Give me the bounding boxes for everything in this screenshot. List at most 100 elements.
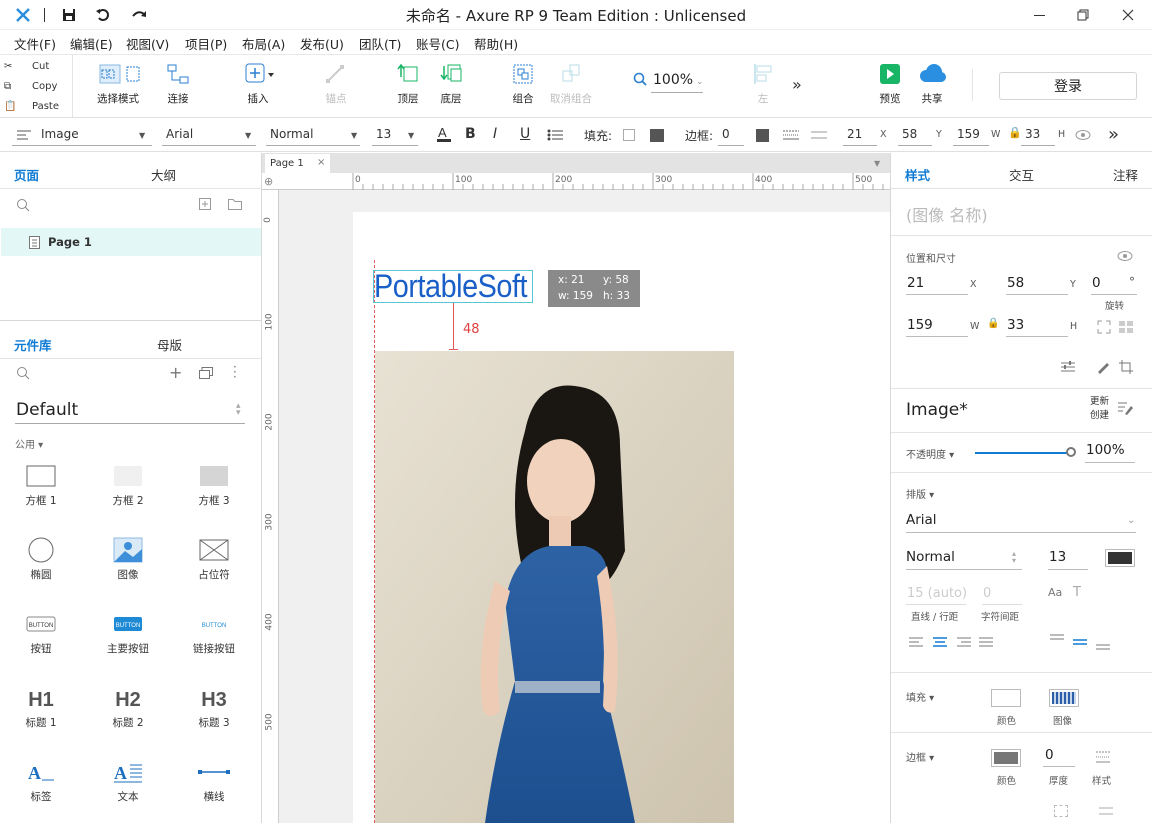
widget-link-button[interactable]: BUTTON 链接按钮	[174, 611, 254, 656]
font-weight-field[interactable]: Normal	[906, 549, 955, 565]
bullet-list-icon[interactable]	[547, 129, 563, 144]
tab-pages[interactable]: 页面	[14, 165, 39, 184]
border-sides-icon[interactable]	[1054, 805, 1068, 817]
border-arrow-style-icon[interactable]	[1098, 805, 1114, 820]
border-width-input[interactable]: 0	[722, 127, 730, 141]
valign-middle-icon[interactable]	[1072, 637, 1088, 651]
style-edit-icon[interactable]	[1117, 401, 1133, 418]
ruler-origin-icon[interactable]: ⊕	[264, 175, 273, 188]
fit-icon[interactable]	[1097, 320, 1111, 337]
ungroup-button[interactable]: 取消组合	[543, 63, 599, 106]
menu-team[interactable]: 团队(T)	[359, 34, 401, 53]
select-mode-button[interactable]: 选择模式	[90, 63, 146, 106]
align-right-text-icon[interactable]	[956, 636, 972, 651]
align-left-text-icon[interactable]	[908, 636, 924, 651]
border-section-label[interactable]: 边框 ▾	[906, 749, 934, 764]
border-color-button[interactable]	[991, 749, 1021, 767]
menu-help[interactable]: 帮助(H)	[474, 34, 518, 53]
widget-box3[interactable]: 方框 3	[174, 463, 254, 508]
fill-image-button[interactable]	[1049, 689, 1079, 707]
weight-spinner-icon[interactable]: ▴ ▾	[1012, 550, 1016, 565]
tab-notes[interactable]: 注释	[1113, 165, 1138, 184]
align-center-text-icon[interactable]	[932, 636, 948, 651]
add-library-icon[interactable]: +	[169, 363, 182, 382]
library-search-icon[interactable]	[16, 366, 30, 383]
border-arrow-icon[interactable]	[810, 129, 828, 144]
h-field[interactable]: 33	[1007, 317, 1024, 333]
page-search-icon[interactable]	[16, 198, 30, 215]
style-name[interactable]: Image*	[906, 400, 968, 420]
menu-view[interactable]: 视图(V)	[126, 34, 169, 53]
logo-image-element[interactable]: PortableSoft	[373, 268, 533, 304]
border-style-button-icon[interactable]	[1095, 750, 1111, 767]
zoom-value[interactable]: 100%	[653, 72, 693, 88]
weight-caret-icon[interactable]: ▼	[351, 131, 357, 140]
grid-fit-icon[interactable]	[1118, 320, 1134, 337]
fill-style-icon[interactable]	[650, 129, 664, 142]
typography-label[interactable]: 排版 ▾	[906, 486, 934, 501]
font-size-field[interactable]: 13	[1049, 549, 1066, 565]
tab-outline[interactable]: 大纲	[151, 165, 176, 184]
text-case-icon[interactable]: Aa	[1048, 586, 1062, 599]
tab-close-icon[interactable]: ×	[317, 157, 325, 168]
x-field[interactable]: 21	[907, 275, 924, 291]
element-type-caret-icon[interactable]: ▼	[139, 131, 145, 140]
cut-button[interactable]: ✂ Cut	[0, 56, 72, 76]
aspect-lock-icon[interactable]: 🔒	[987, 318, 999, 329]
italic-icon[interactable]: I	[493, 126, 497, 142]
more-format-icon[interactable]: »	[1108, 124, 1119, 145]
group-label[interactable]: 公用 ▾	[15, 436, 43, 451]
menu-edit[interactable]: 编辑(E)	[70, 34, 113, 53]
size-caret-icon[interactable]: ▼	[408, 131, 414, 140]
border-color-swatch[interactable]	[756, 129, 769, 142]
menu-layout[interactable]: 布局(A)	[242, 34, 285, 53]
widget-image[interactable]: 图像	[88, 537, 168, 582]
adjust-icon[interactable]	[1061, 361, 1075, 376]
update-create-links[interactable]: 更新 创建	[1090, 395, 1109, 423]
zoom-caret-icon[interactable]: ⌄	[696, 77, 704, 87]
edit-pen-icon[interactable]	[1096, 360, 1110, 377]
lock-icon[interactable]: 🔒	[1008, 126, 1022, 139]
send-to-back-button[interactable]: 底层	[423, 63, 479, 106]
library-select-icon[interactable]: ▴ ▾	[236, 402, 241, 418]
text-color-swatch[interactable]	[1105, 549, 1135, 567]
widget-primary-button[interactable]: BUTTON 主要按钮	[88, 611, 168, 656]
widget-button[interactable]: BUTTON 按钮	[1, 611, 81, 656]
minimize-icon[interactable]	[1030, 6, 1048, 24]
library-select[interactable]: Default	[16, 400, 78, 420]
widget-h3[interactable]: H3 标题 3	[174, 685, 254, 730]
font-caret-icon[interactable]: ▼	[245, 131, 251, 140]
insert-button[interactable]: 插入	[230, 63, 286, 106]
fill-color-button[interactable]	[991, 689, 1021, 707]
font-family-field[interactable]: Arial	[906, 512, 937, 528]
close-icon[interactable]	[1119, 6, 1137, 24]
widget-h1[interactable]: H1 标题 1	[1, 685, 81, 730]
tab-style[interactable]: 样式	[905, 165, 930, 184]
opacity-label[interactable]: 不透明度 ▾	[906, 446, 954, 461]
widget-label[interactable]: A 标签	[1, 759, 81, 804]
points-button[interactable]: 锚点	[308, 63, 364, 106]
menu-project[interactable]: 项目(P)	[185, 34, 227, 53]
font-weight-select[interactable]: Normal	[270, 127, 313, 141]
font-field-caret-icon[interactable]: ⌄	[1127, 515, 1135, 526]
justify-text-icon[interactable]	[978, 636, 994, 651]
line-spacing-field[interactable]: 15 (auto)	[907, 586, 967, 601]
add-folder-icon[interactable]	[228, 199, 242, 213]
menu-file[interactable]: 文件(F)	[14, 34, 56, 53]
opacity-slider-handle[interactable]	[1066, 447, 1076, 457]
copy-button[interactable]: ⧉ Copy	[0, 76, 72, 96]
widget-text[interactable]: A 文本	[88, 759, 168, 804]
valign-bottom-icon[interactable]	[1095, 641, 1111, 655]
widget-box2[interactable]: 方框 2	[88, 463, 168, 508]
paste-button[interactable]: 📋 Paste	[0, 96, 72, 116]
library-copy-icon[interactable]	[199, 367, 213, 382]
menu-account[interactable]: 账号(C)	[416, 34, 459, 53]
border-style-icon[interactable]	[782, 129, 800, 144]
border-thickness-field[interactable]: 0	[1045, 747, 1054, 763]
crop-icon[interactable]	[1119, 360, 1133, 377]
underline-icon[interactable]: U	[520, 126, 530, 142]
element-type[interactable]: Image	[41, 127, 79, 141]
valign-top-icon[interactable]	[1049, 633, 1065, 647]
font-size-select[interactable]: 13	[376, 127, 391, 141]
align-left-button[interactable]: 左	[735, 63, 791, 106]
